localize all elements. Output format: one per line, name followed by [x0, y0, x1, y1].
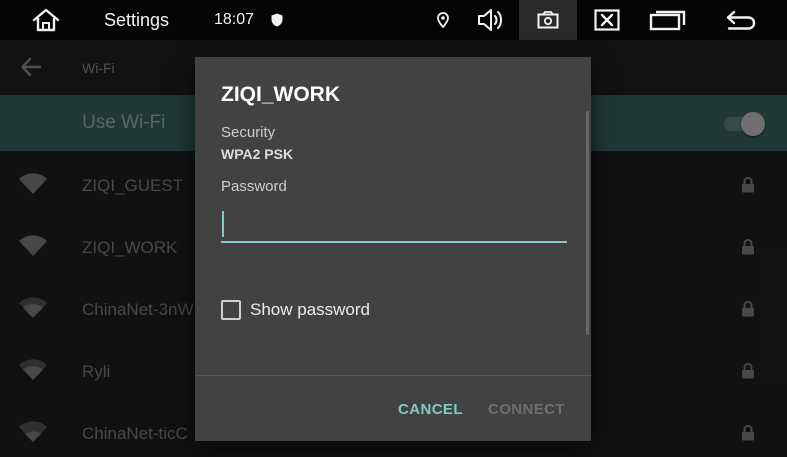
cancel-button[interactable]: CANCEL — [398, 397, 463, 421]
security-value: WPA2 PSK — [221, 146, 294, 162]
show-password-checkbox[interactable] — [221, 300, 241, 320]
clock: 18:07 — [214, 11, 255, 28]
wifi-connect-dialog: ZIQI_WORK Security WPA2 PSK Password Sho… — [195, 57, 591, 441]
show-password-option[interactable]: Show password — [221, 299, 370, 321]
text-cursor — [222, 211, 224, 237]
screenshot-icon[interactable] — [519, 0, 577, 40]
security-label: Security — [221, 124, 276, 141]
back-icon[interactable] — [722, 0, 760, 40]
volume-icon[interactable] — [474, 0, 508, 40]
password-input[interactable] — [221, 207, 567, 243]
status-bar: Settings 18:07 — [0, 0, 787, 40]
close-window-icon[interactable] — [590, 0, 624, 40]
password-label: Password — [221, 178, 287, 195]
dialog-scrollbar[interactable] — [586, 111, 589, 335]
connect-button[interactable]: CONNECT — [488, 397, 565, 421]
recents-icon[interactable] — [646, 0, 690, 40]
app-title: Settings — [104, 9, 170, 30]
home-icon[interactable] — [26, 0, 66, 40]
show-password-label[interactable]: Show password — [250, 300, 370, 320]
location-icon — [434, 0, 452, 40]
dialog-divider — [195, 375, 591, 376]
shield-icon — [268, 0, 286, 40]
dialog-title: ZIQI_WORK — [221, 83, 340, 106]
